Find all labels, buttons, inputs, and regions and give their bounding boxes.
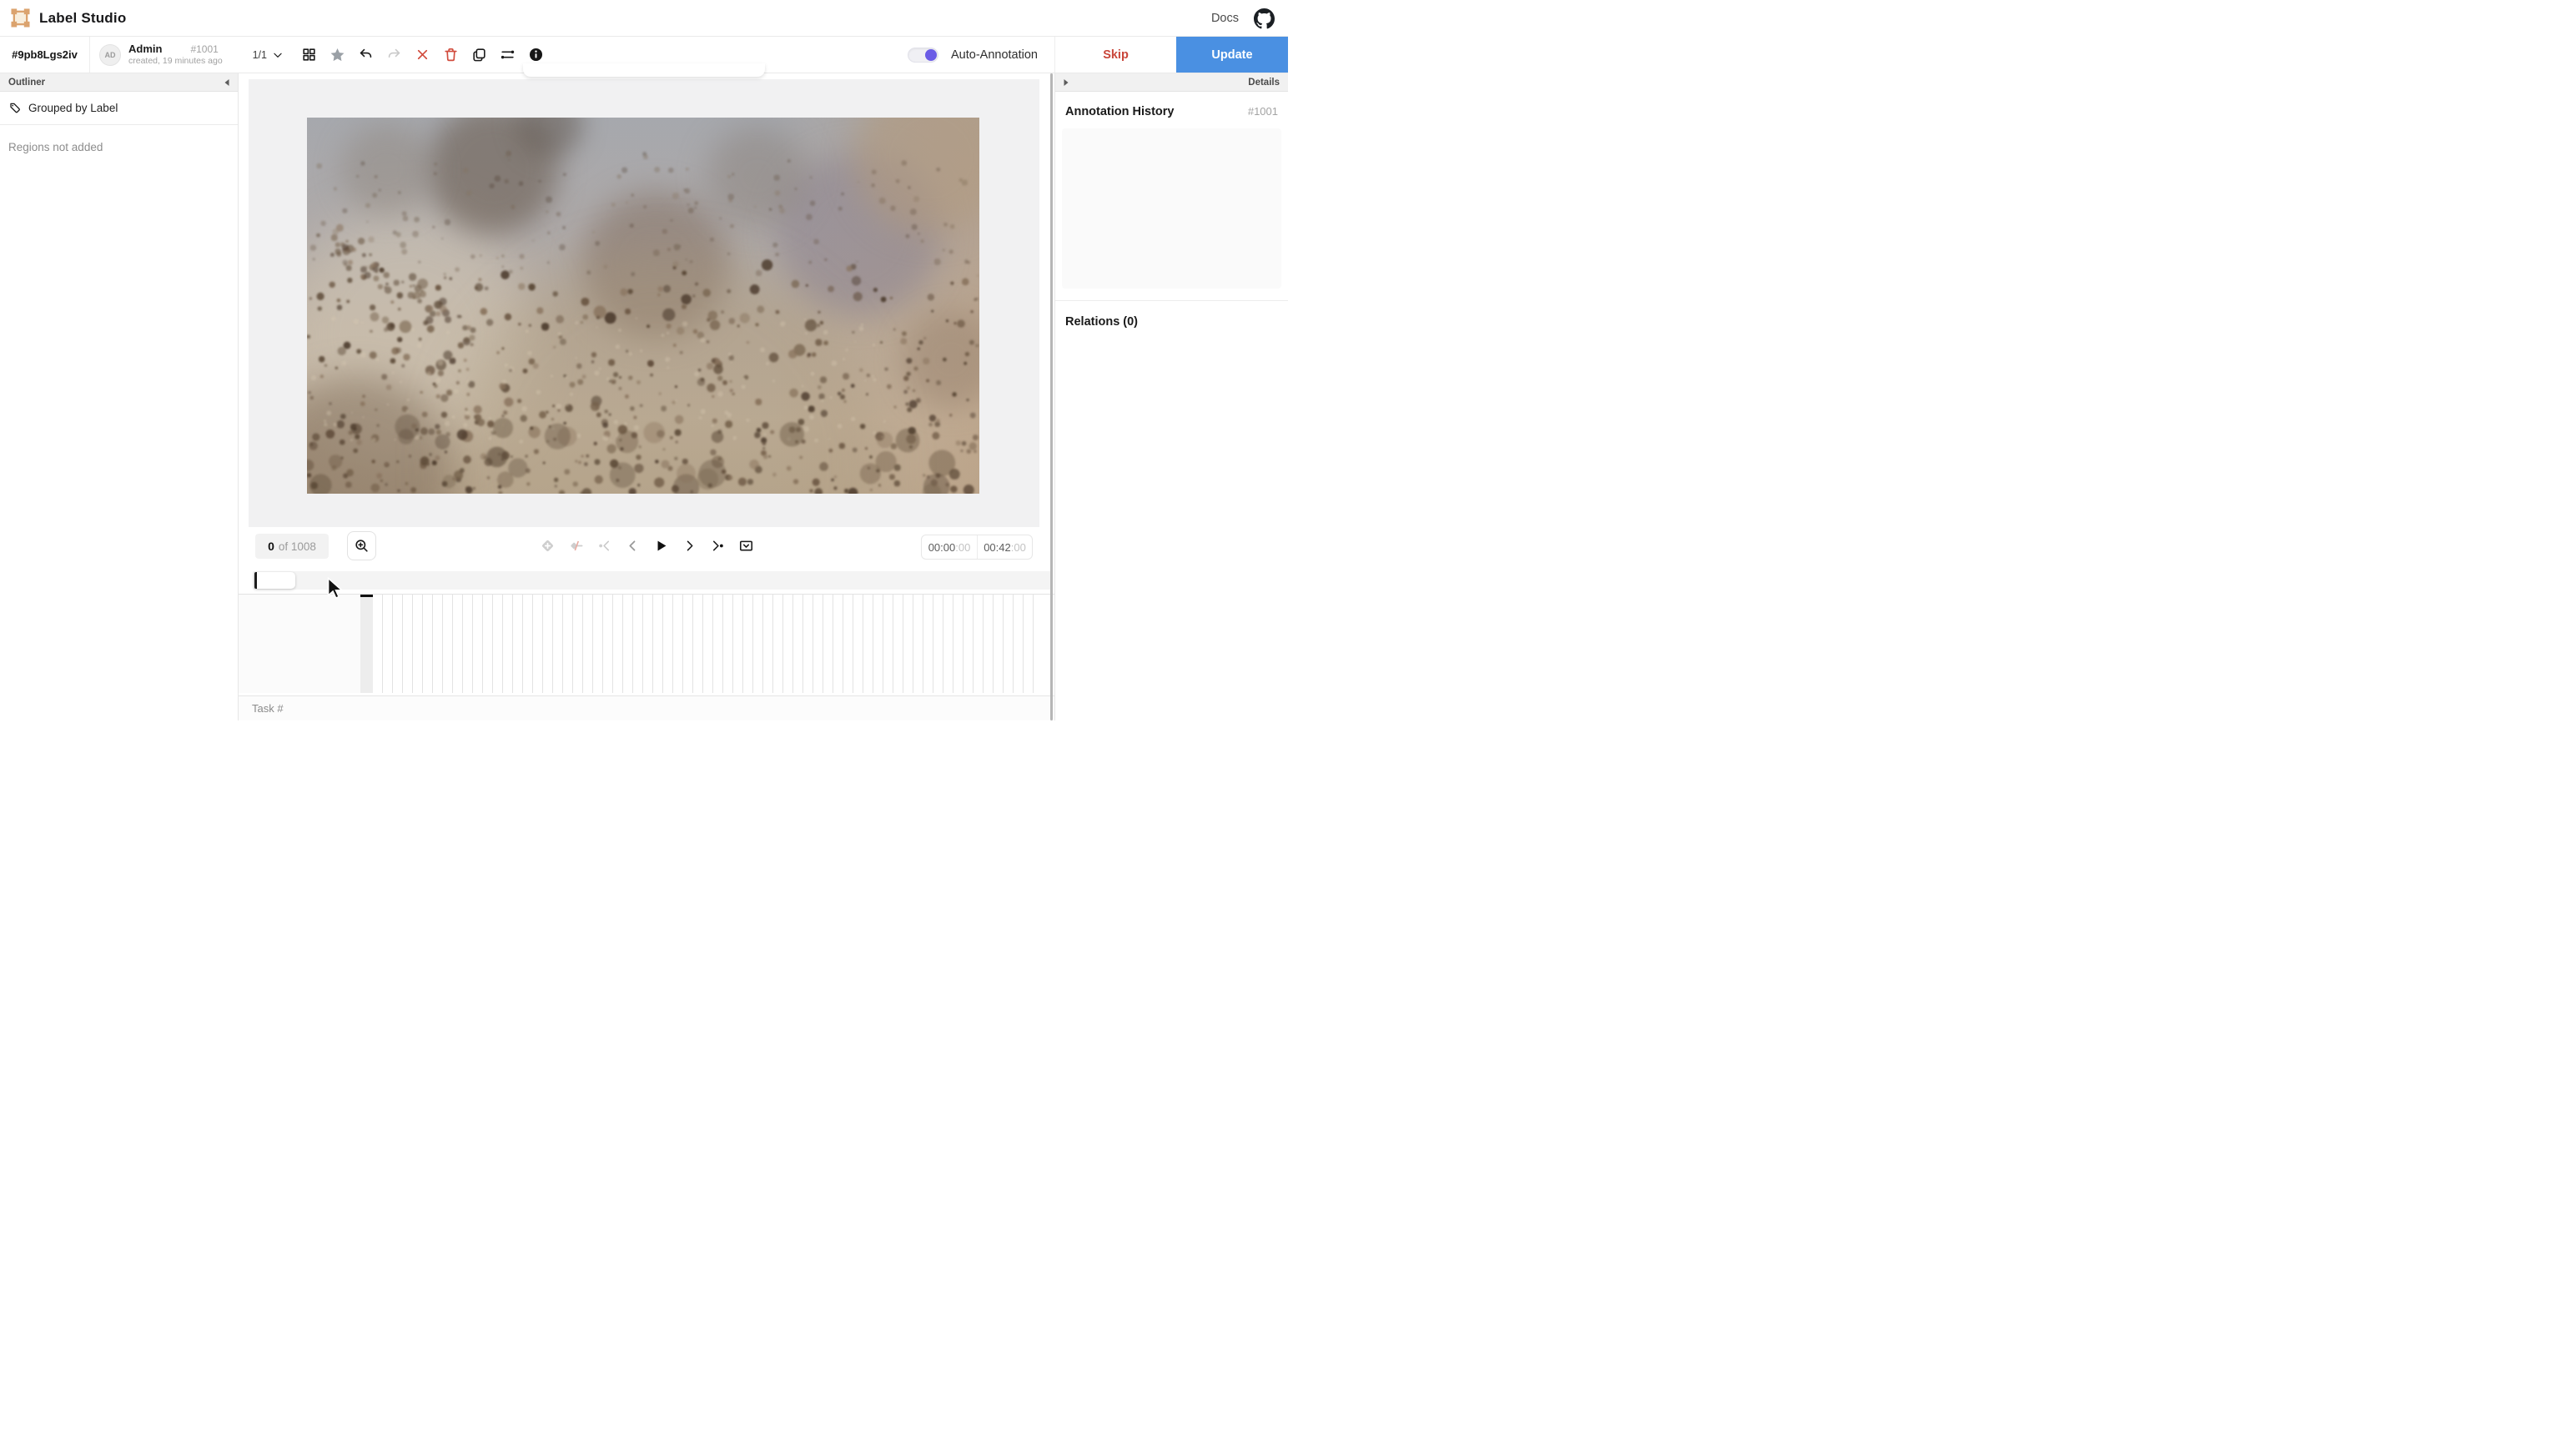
info-icon	[528, 47, 544, 63]
next-frame-icon	[682, 538, 697, 554]
timeline-collapse-button[interactable]	[737, 537, 754, 554]
label-studio-logo-icon	[11, 8, 30, 28]
details-header: Details	[1055, 73, 1288, 92]
info-button[interactable]	[527, 46, 545, 63]
redo-button[interactable]	[385, 46, 403, 63]
timeline-lead-area	[239, 595, 360, 693]
annotation-history-title: Annotation History	[1065, 105, 1175, 118]
settings-button[interactable]	[499, 46, 516, 63]
annotation-selector[interactable]: AD Admin #1001 created, 19 minutes ago 1…	[90, 37, 290, 73]
app-title: Label Studio	[39, 10, 126, 27]
chevron-down-icon[interactable]	[272, 49, 284, 61]
group-by-label: Grouped by Label	[28, 102, 118, 114]
frames-grid[interactable]	[373, 595, 1039, 693]
seek-bar[interactable]	[253, 571, 1051, 590]
task-label: Task #	[252, 702, 284, 715]
github-icon[interactable]	[1254, 8, 1275, 29]
seek-handle[interactable]	[254, 572, 295, 589]
vertical-scrollbar[interactable]	[1050, 73, 1053, 720]
zoom-in-icon	[354, 538, 370, 554]
grid-view-button[interactable]	[300, 46, 318, 63]
duplicate-icon	[471, 47, 487, 63]
playback-controls	[539, 527, 754, 564]
relations-title: Relations (0)	[1065, 315, 1138, 329]
timeline-collapse-icon	[738, 538, 754, 554]
outliner-header: Outliner	[0, 73, 238, 92]
docs-link[interactable]: Docs	[1211, 12, 1239, 25]
keyframe-interpolation-icon	[568, 538, 584, 554]
header-right: Docs	[1211, 0, 1275, 37]
auto-annotation-toggle[interactable]	[908, 48, 938, 63]
annotation-canvas-area	[249, 79, 1039, 527]
reject-x-icon	[415, 47, 430, 63]
frame-total: of 1008	[279, 540, 316, 553]
time-current: 00:00:00	[922, 535, 977, 559]
details-title: Details	[1248, 78, 1280, 88]
frame-counter-input[interactable]: 0 of 1008	[255, 534, 329, 559]
outliner-title: Outliner	[8, 78, 45, 88]
annotation-history-row: Annotation History #1001	[1055, 92, 1288, 118]
keyframe-interpolation-button[interactable]	[567, 537, 584, 554]
ground-truth-button[interactable]	[329, 46, 346, 63]
prev-frame-icon	[625, 538, 641, 554]
floating-toolbar-remnant	[523, 63, 765, 77]
next-frame-button[interactable]	[681, 537, 697, 554]
toggle-knob	[925, 49, 937, 61]
frame-position-indicator	[360, 595, 373, 597]
star-icon	[330, 47, 345, 63]
play-button[interactable]	[652, 537, 669, 554]
video-controls-row: 0 of 1008	[239, 527, 1054, 564]
next-keyframe-icon	[710, 538, 726, 554]
keyframe-add-icon	[540, 538, 556, 554]
main-content: 0 of 1008	[239, 73, 1054, 720]
reject-button[interactable]	[414, 46, 431, 63]
task-footer: Task #	[239, 695, 1054, 720]
undo-button[interactable]	[357, 46, 375, 63]
duplicate-annotation-button[interactable]	[470, 46, 488, 63]
redo-icon	[386, 47, 402, 63]
relations-section: Relations (0)	[1055, 300, 1288, 329]
annotation-pager: 1/1	[253, 49, 267, 61]
annotation-history-empty	[1062, 128, 1281, 289]
next-keyframe-button[interactable]	[709, 537, 726, 554]
top-header: Label Studio Docs	[0, 0, 1288, 37]
label-studio-app: Label Studio Docs #9pb8Lgs2iv AD Admin #…	[0, 0, 1288, 720]
task-id-label: #9pb8Lgs2iv	[0, 37, 90, 73]
group-by-selector[interactable]: Grouped by Label	[0, 92, 238, 125]
details-panel: Details Annotation History #1001 Relatio…	[1054, 73, 1288, 720]
undo-icon	[358, 47, 374, 63]
regions-empty-message: Regions not added	[0, 141, 238, 153]
annotation-id: #1001	[190, 44, 218, 55]
current-frame-column[interactable]	[360, 595, 373, 693]
annotation-actions	[300, 37, 545, 73]
outliner-panel: Outliner Grouped by Label Regions not ad…	[0, 73, 239, 720]
skip-button[interactable]: Skip	[1054, 37, 1176, 73]
timeline-frames	[239, 594, 1054, 692]
grid-view-icon	[301, 47, 317, 63]
video-frame[interactable]	[307, 118, 979, 494]
collapse-right-icon[interactable]	[1062, 78, 1070, 87]
prev-keyframe-icon	[596, 538, 612, 554]
update-button[interactable]: Update	[1176, 37, 1288, 73]
avatar: AD	[99, 44, 121, 66]
swap-settings-icon	[500, 47, 516, 63]
auto-annotation-label: Auto-Annotation	[951, 48, 1038, 62]
trash-icon	[443, 47, 459, 63]
play-icon	[653, 538, 669, 554]
prev-frame-button[interactable]	[624, 537, 641, 554]
user-name: Admin	[128, 43, 162, 55]
tag-icon	[8, 102, 21, 114]
time-total: 00:42:00	[977, 535, 1032, 559]
annotation-created-ago: created, 19 minutes ago	[128, 57, 223, 66]
time-display: 00:00:00 00:42:00	[921, 535, 1033, 560]
auto-annotation-control: Auto-Annotation	[908, 37, 1038, 73]
collapse-left-icon[interactable]	[223, 78, 231, 87]
frame-current: 0	[268, 540, 274, 553]
prev-keyframe-button[interactable]	[596, 537, 612, 554]
timeline-zoom-button[interactable]	[347, 531, 376, 560]
keyframe-add-button[interactable]	[539, 537, 556, 554]
annotation-history-id: #1001	[1248, 105, 1278, 118]
delete-annotation-button[interactable]	[442, 46, 460, 63]
